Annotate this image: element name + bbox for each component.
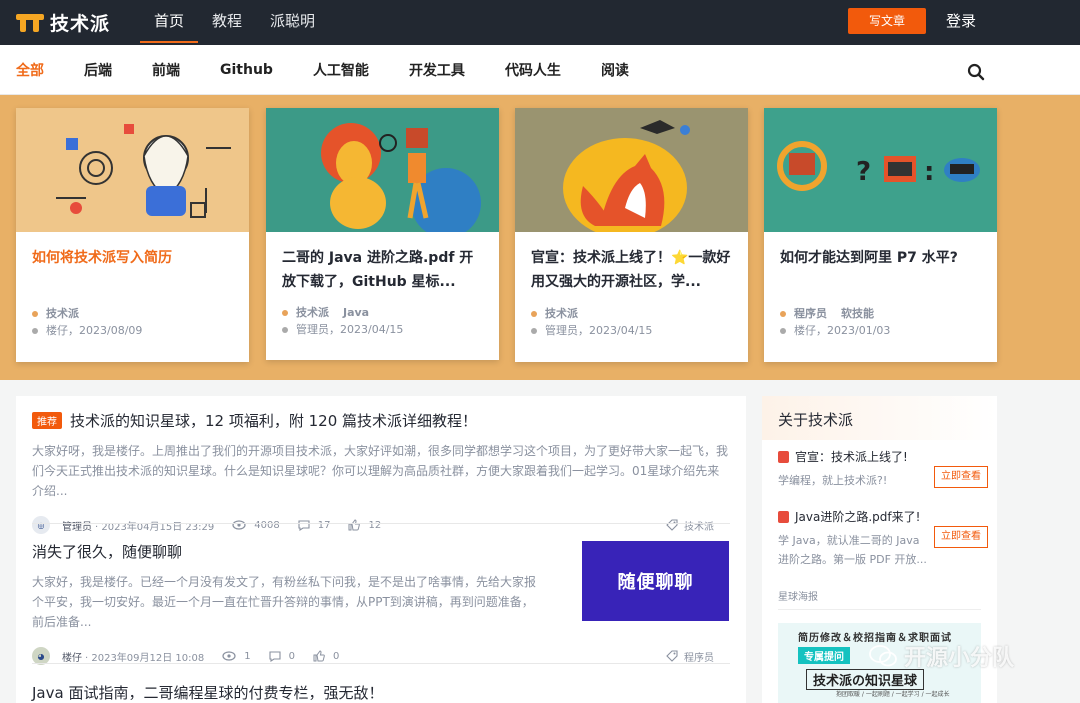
sidebar-item-desc: 学 Java，就认准二哥的 Java 进阶之路。第一版 PDF 开放... [778, 534, 927, 566]
article-title[interactable]: Java 面试指南，二哥编程星球的付费专栏，强无敌！ [32, 682, 730, 703]
article-tag[interactable]: 技术派 [666, 518, 714, 533]
featured-card[interactable]: 如何将技术派写入简历 技术派 楼仔，2023/08/09 [16, 108, 249, 362]
logo[interactable]: 技术派 [16, 9, 110, 36]
write-article-button[interactable]: 写文章 [848, 8, 926, 34]
featured-banner: 如何将技术派写入简历 技术派 楼仔，2023/08/09 二哥的 Java 进阶… [0, 95, 1080, 380]
card-title[interactable]: 如何才能达到阿里 P7 水平? [780, 246, 980, 270]
category-github[interactable]: Github [220, 62, 273, 78]
eye-icon [232, 520, 246, 530]
author-name[interactable]: 楼仔 [62, 649, 82, 664]
divider [32, 663, 730, 664]
thumbs-up-icon [313, 650, 325, 662]
comment-icon [269, 650, 281, 662]
login-link[interactable]: 登录 [946, 0, 976, 43]
card-author: 楼仔，2023/08/09 [32, 322, 142, 338]
card-author: 管理员，2023/04/15 [282, 321, 403, 337]
article-meta: ◎ 管理员 · 2023年04月15日 23:29 4008 17 12 技术派 [32, 515, 730, 535]
card-tags: 技术派 [32, 305, 93, 321]
card-author: 管理员，2023/04/15 [531, 322, 652, 338]
article-thumbnail[interactable]: 随便聊聊 [582, 541, 729, 621]
article-list: 推荐 技术派的知识星球，12 项福利，附 120 篇技术派详细教程！ 大家好呀，… [16, 396, 746, 703]
document-icon [778, 450, 789, 463]
view-now-button[interactable]: 立即查看 [934, 466, 988, 488]
card-tags: 技术派 Java [282, 304, 383, 320]
card-illustration-fox [515, 108, 748, 232]
main-nav: 首页 教程 派聪明 [140, 0, 329, 45]
card-illustration-lion-robot [266, 108, 499, 232]
author-name[interactable]: 管理员 [62, 518, 92, 533]
category-backend[interactable]: 后端 [84, 60, 112, 80]
article-item[interactable]: 消失了很久，随便聊聊 大家好，我是楼仔。已经一个月没有发文了，有粉丝私下问我，是… [32, 541, 730, 666]
comment-icon [298, 519, 310, 531]
featured-card[interactable]: 二哥的 Java 进阶之路.pdf 开放下载了，GitHub 星标... 技术派… [266, 108, 499, 360]
card-tags: 程序员 软技能 [780, 305, 888, 321]
card-tags: 技术派 [531, 305, 592, 321]
like-count[interactable]: 12 [348, 519, 381, 531]
article-tag[interactable]: 程序员 [666, 649, 714, 664]
card-author: 楼仔，2023/01/03 [780, 322, 890, 338]
sidebar-item[interactable]: Java进阶之路.pdf来了! 学 Java，就认准二哥的 Java 进阶之路。… [778, 508, 988, 569]
sidebar-title: 关于技术派 [762, 396, 997, 440]
category-code-life[interactable]: 代码人生 [505, 60, 561, 80]
publish-time: · 2023年09月12日 10:08 [85, 652, 205, 664]
recommend-badge: 推荐 [32, 412, 62, 429]
card-title[interactable]: 如何将技术派写入简历 [32, 246, 232, 270]
tag-icon [666, 519, 678, 531]
card-illustration-security [16, 108, 249, 232]
svg-text:?: ? [856, 157, 871, 187]
card-title[interactable]: 二哥的 Java 进阶之路.pdf 开放下载了，GitHub 星标... [282, 246, 482, 294]
view-now-button[interactable]: 立即查看 [934, 526, 988, 548]
article-title[interactable]: 推荐 技术派的知识星球，12 项福利，附 120 篇技术派详细教程！ [32, 410, 730, 431]
category-ai[interactable]: 人工智能 [313, 60, 369, 80]
sidebar-item-title[interactable]: 官宣：技术派上线了! [778, 448, 988, 465]
nav-item-tutorials[interactable]: 教程 [198, 0, 256, 43]
divider [32, 523, 730, 524]
search-icon[interactable] [967, 63, 985, 81]
sidebar-item-title[interactable]: Java进阶之路.pdf来了! [778, 508, 988, 525]
document-icon [778, 510, 789, 523]
article-summary: 大家好，我是楼仔。已经一个月没有发文了，有粉丝私下问我，是不是出了啥事情，先给大… [32, 575, 537, 629]
top-navbar: 技术派 首页 教程 派聪明 写文章 登录 [0, 0, 1080, 45]
poster-section-label: 星球海报 [778, 588, 981, 610]
article-item[interactable]: Java 面试指南，二哥编程星球的付费专栏，强无敌！ [32, 682, 730, 703]
svg-text::: : [924, 157, 934, 187]
wechat-icon [869, 645, 897, 667]
view-count: 1 [222, 651, 251, 662]
comment-count[interactable]: 17 [298, 519, 330, 531]
category-bar: 全部 后端 前端 Github 人工智能 开发工具 代码人生 阅读 [0, 45, 1080, 95]
sidebar-item[interactable]: 官宣：技术派上线了! 学编程，就上技术派?! 立即查看 [778, 448, 988, 490]
avatar[interactable]: ◎ [32, 516, 50, 534]
article-item[interactable]: 推荐 技术派的知识星球，12 项福利，附 120 篇技术派详细教程！ 大家好呀，… [32, 410, 730, 535]
featured-card[interactable]: 官宣：技术派上线了！⭐一款好用又强大的开源社区，学... 技术派 管理员，202… [515, 108, 748, 362]
logo-text: 技术派 [50, 13, 111, 35]
nav-item-home[interactable]: 首页 [140, 0, 199, 43]
featured-card[interactable]: ? : 如何才能达到阿里 P7 水平? 程序员 软技能 楼仔，2023/01/03 [764, 108, 997, 362]
category-frontend[interactable]: 前端 [152, 60, 180, 80]
sidebar-item-desc: 学编程，就上技术派?! [778, 474, 888, 487]
eye-icon [222, 651, 236, 661]
publish-time: · 2023年04月15日 23:29 [95, 521, 215, 533]
category-devtools[interactable]: 开发工具 [409, 60, 465, 80]
watermark: 开源小分队 [868, 640, 1014, 672]
nav-item-paicongming[interactable]: 派聪明 [256, 0, 329, 43]
comment-count[interactable]: 0 [269, 651, 295, 662]
card-illustration-robots: ? : [764, 108, 997, 232]
like-count[interactable]: 0 [313, 650, 339, 662]
card-title[interactable]: 官宣：技术派上线了！⭐一款好用又强大的开源社区，学... [531, 246, 731, 294]
category-reading[interactable]: 阅读 [601, 60, 629, 80]
logo-icon [16, 12, 44, 34]
article-summary: 大家好呀，我是楼仔。上周推出了我们的开源项目技术派，大家好评如潮，很多同学都想学… [32, 444, 729, 498]
thumbs-up-icon [348, 519, 361, 531]
category-all[interactable]: 全部 [16, 60, 44, 80]
view-count: 4008 [232, 520, 280, 531]
tag-icon [666, 650, 678, 662]
